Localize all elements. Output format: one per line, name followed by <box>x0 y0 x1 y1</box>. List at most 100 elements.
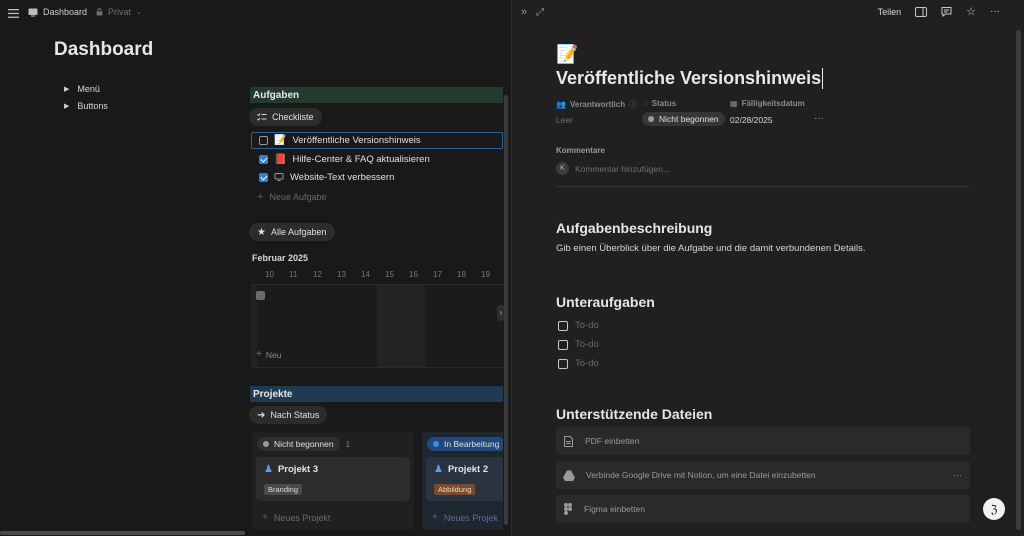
comment-input[interactable]: Kommentar hinzufügen... <box>575 164 670 174</box>
toggle-label: Buttons <box>77 100 108 111</box>
ai-face-icon: ℨ <box>990 502 998 516</box>
task-title[interactable]: Hilfe-Center & FAQ aktualisieren <box>292 154 429 165</box>
page-emoji-icon[interactable]: 📝 <box>556 44 578 65</box>
calendar-new-label: Neu <box>265 349 282 360</box>
toggle-item[interactable]: ▶ Buttons <box>64 99 108 112</box>
embed-block[interactable]: PDF einbetten <box>556 427 970 455</box>
subtask-placeholder[interactable]: To-do <box>575 320 599 331</box>
vertical-scrollbar[interactable] <box>504 95 508 525</box>
new-task-button[interactable]: + Neue Aufgabe <box>251 188 503 206</box>
calendar-new-button[interactable]: + Neu <box>256 349 281 360</box>
peek-scrollbar[interactable] <box>1016 30 1021 530</box>
status-pill[interactable]: In Bearbeitung <box>427 437 503 451</box>
plus-icon: + <box>256 349 262 360</box>
task-row[interactable]: 📝 Veröffentliche Versionshinweis <box>251 132 503 149</box>
project-card-title-row: ♟ Projekt 2 <box>434 464 488 475</box>
board-column: In Bearbeitung ♟ Projekt 2 Abbildung + N… <box>422 432 503 530</box>
task-title[interactable]: Website-Text verbessern <box>290 172 394 183</box>
column-count: 1 <box>345 439 351 449</box>
toggle-item[interactable]: ▶ Menü <box>64 82 108 95</box>
chevron-down-icon: ⌄ <box>136 9 142 16</box>
breadcrumb[interactable]: Dashboard Privat ⌄ <box>28 5 142 19</box>
calendar-day: 18 <box>457 270 466 279</box>
notepad-icon: 📝 <box>274 135 287 146</box>
task-checkbox[interactable] <box>259 172 268 182</box>
checklist-view-label: Checkliste <box>272 112 314 122</box>
embed-block[interactable]: Figma einbetten <box>556 495 970 523</box>
description-text[interactable]: Gib einen Überblick über die Aufgabe und… <box>556 243 865 254</box>
subtask-item[interactable]: To-do <box>558 354 599 373</box>
calendar-day: 10 <box>265 270 274 279</box>
task-row[interactable]: Website-Text verbessern <box>251 168 503 186</box>
sidebar-panel-icon[interactable] <box>915 6 928 17</box>
task-title[interactable]: Veröffentliche Versionshinweis <box>292 135 420 146</box>
more-options-icon[interactable]: ··· <box>990 6 1000 17</box>
double-chevron-right-icon[interactable]: » <box>521 6 527 18</box>
checklist-icon <box>257 112 267 121</box>
subtask-list: To-do To-do To-do <box>558 316 599 373</box>
project-tag: Branding <box>264 484 303 495</box>
by-status-view-tab[interactable]: ➜ Nach Status <box>249 406 328 424</box>
breadcrumb-page[interactable]: Dashboard <box>43 7 87 17</box>
plus-icon: + <box>432 512 438 523</box>
description-heading: Aufgabenbeschreibung <box>556 220 713 236</box>
expand-icon[interactable]: ⤢ <box>536 7 544 18</box>
status-pill[interactable]: Nicht begonnen <box>257 437 340 451</box>
peek-toolbar-right: Teilen ☆ ··· <box>878 5 1000 18</box>
calendar-grid[interactable]: › + Neu <box>251 284 505 368</box>
info-icon: ⓘ <box>629 100 638 109</box>
new-project-button[interactable]: + Neues Projek <box>432 512 498 523</box>
calendar-mini-badge[interactable] <box>256 291 265 300</box>
monitor-icon <box>274 173 284 181</box>
left-pane: Dashboard Privat ⌄ Dashboard ▶ Menü ▶ Bu… <box>0 0 511 536</box>
embed-label: PDF einbetten <box>585 436 640 446</box>
subtask-item[interactable]: To-do <box>558 335 599 354</box>
person-icon: ♟ <box>434 464 443 475</box>
share-button[interactable]: Teilen <box>878 7 902 17</box>
star-icon: ★ <box>257 226 266 238</box>
due-value[interactable]: 02/28/2025 <box>730 115 773 125</box>
notion-ai-button[interactable]: ℨ <box>983 498 1005 520</box>
new-project-button[interactable]: + Neues Projekt <box>262 512 330 523</box>
subtask-placeholder[interactable]: To-do <box>575 358 599 369</box>
right-pane: » ⤢ Teilen ☆ ··· 📝 Veröffentliche Versio… <box>512 0 1024 536</box>
task-row[interactable]: 📕 Hilfe-Center & FAQ aktualisieren <box>251 150 503 168</box>
owner-value[interactable]: Leer <box>556 115 573 125</box>
task-title[interactable]: Veröffentliche Versionshinweis <box>556 68 824 89</box>
comment-icon[interactable] <box>941 6 952 17</box>
new-task-label: Neue Aufgabe <box>269 192 327 202</box>
subtask-checkbox[interactable] <box>558 320 568 331</box>
horizontal-scrollbar[interactable] <box>0 531 245 535</box>
all-tasks-view-tab[interactable]: ★ Alle Aufgaben <box>249 223 335 241</box>
calendar-day: 14 <box>361 270 370 279</box>
task-checkbox[interactable] <box>259 154 268 164</box>
more-properties-icon[interactable]: ··· <box>814 113 824 124</box>
arrow-right-icon: ➜ <box>257 409 266 421</box>
checklist-view-tab[interactable]: Checkliste <box>249 108 322 126</box>
subtask-checkbox[interactable] <box>558 358 568 369</box>
property-owner: 👥 Verantwortlich ⓘ <box>556 99 637 110</box>
comment-input-row[interactable]: K Kommentar hinzufügen... <box>556 162 670 175</box>
subtask-item[interactable]: To-do <box>558 316 599 335</box>
sidebar-toggle-button[interactable] <box>8 7 20 19</box>
task-list: 📝 Veröffentliche Versionshinweis 📕 Hilfe… <box>251 132 503 206</box>
triangle-right-icon[interactable]: ▶ <box>64 102 69 110</box>
google-drive-icon <box>563 470 575 481</box>
status-value-pill[interactable]: Nicht begonnen <box>642 112 725 126</box>
triangle-right-icon[interactable]: ▶ <box>64 85 69 93</box>
embed-block[interactable]: Verbinde Google Drive mit Notion, um ein… <box>556 461 970 489</box>
project-tag: Abbildung <box>434 484 476 495</box>
task-checkbox[interactable] <box>259 136 268 145</box>
status-label: In Bearbeitung <box>444 439 500 449</box>
project-card-title-row: ♟ Projekt 3 <box>264 464 318 475</box>
more-options-icon[interactable]: ··· <box>953 470 962 480</box>
subtask-checkbox[interactable] <box>558 339 568 350</box>
project-card[interactable]: ♟ Projekt 2 Abbildung <box>426 457 503 501</box>
toggle-list: ▶ Menü ▶ Buttons <box>64 82 108 112</box>
subtask-placeholder[interactable]: To-do <box>575 339 599 350</box>
embed-label: Verbinde Google Drive mit Notion, um ein… <box>586 470 816 480</box>
breadcrumb-space[interactable]: Privat <box>108 7 131 17</box>
project-card[interactable]: ♟ Projekt 3 Branding <box>256 457 410 501</box>
pdf-icon <box>564 435 573 447</box>
star-outline-icon[interactable]: ☆ <box>966 5 976 18</box>
